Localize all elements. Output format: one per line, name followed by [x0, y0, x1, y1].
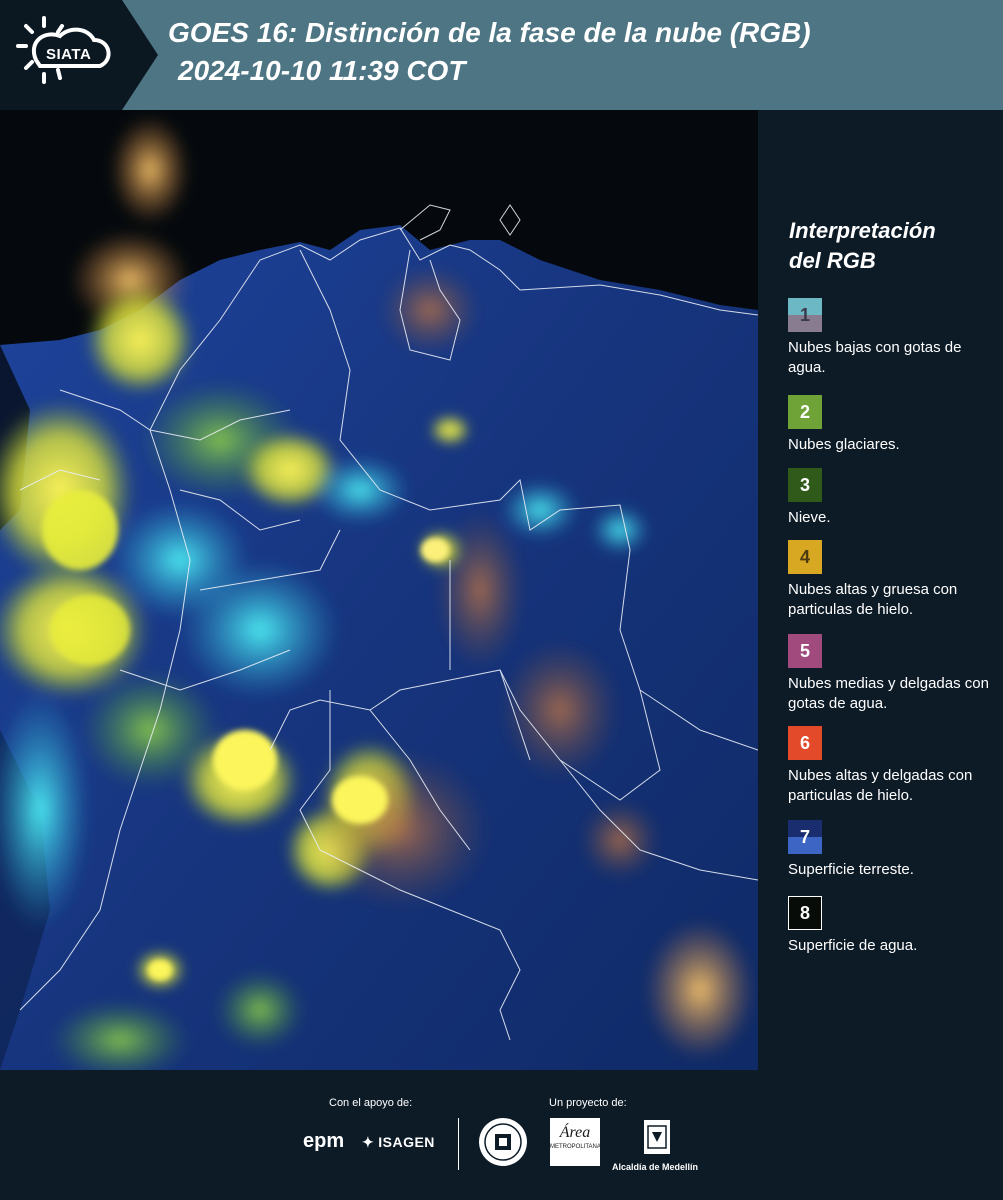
timestamp: 2024-10-10 11:39 COT [178, 55, 466, 86]
alcaldia-shield-icon [644, 1120, 670, 1154]
swatch-number: 3 [799, 474, 810, 495]
area-logo-sub: METROPOLITANA [550, 1144, 601, 1150]
legend-item-1: 1 Nubes bajas con gotas de agua. [788, 298, 993, 378]
legend-item-2: 2 Nubes glaciares. [788, 395, 993, 455]
swatch-number: 5 [799, 640, 810, 661]
legend-label: Superficie terreste. [788, 861, 914, 878]
isagen-text: ISAGEN [378, 1134, 435, 1150]
legend-label: Nieve. [788, 509, 831, 526]
page-title: GOES 16: Distinción de la fase de la nub… [168, 17, 811, 48]
legend-item-5: 5 Nubes medias y delgadas con gotas de a… [788, 634, 993, 714]
support-caption: Con el apoyo de: [329, 1097, 413, 1109]
legend-label: Nubes altas y delgadas con particulas de… [788, 767, 973, 804]
isagen-logo: ✦ ISAGEN [362, 1134, 435, 1151]
legend-item-6: 6 Nubes altas y delgadas con particulas … [788, 726, 993, 806]
legend-label: Nubes glaciares. [788, 436, 900, 453]
isagen-icon: ✦ [362, 1134, 375, 1150]
legend-swatch-5: 5 [788, 634, 822, 668]
area-logo-text: Área [559, 1124, 591, 1141]
swatch-number: 6 [799, 732, 810, 753]
legend-swatch-4: 4 [788, 540, 822, 574]
legend-item-7: 7 Superficie terreste. [788, 820, 993, 880]
legend-swatch-3: 3 [788, 468, 822, 502]
swatch-number: 1 [799, 304, 810, 325]
legend-label: Superficie de agua. [788, 937, 918, 954]
footer: Con el apoyo de: Un proyecto de: epm ✦ IS… [0, 1070, 1003, 1200]
legend-title: Interpretación del RGB [789, 216, 989, 276]
footer-divider [458, 1118, 459, 1170]
alcaldia-text: Alcaldía de Medellín [612, 1162, 699, 1172]
legend-item-3: 3 Nieve. [788, 468, 993, 528]
satellite-map [0, 110, 758, 1070]
legend-item-4: 4 Nubes altas y gruesa con particulas de… [788, 540, 993, 620]
legend-label: Nubes bajas con gotas de agua. [788, 339, 962, 376]
legend-swatch-1: 1 [788, 298, 822, 332]
legend-label: Nubes altas y gruesa con particulas de h… [788, 581, 958, 618]
swatch-number: 4 [799, 546, 810, 567]
swatch-number: 2 [799, 401, 810, 422]
logo-text: SIATA [46, 46, 92, 63]
area-metropolitana-logo: Área [550, 1118, 600, 1166]
legend-swatch-7: 7 [788, 820, 822, 854]
legend-swatch-6: 6 [788, 726, 822, 760]
legend-label: Nubes medias y delgadas con gotas de agu… [788, 675, 989, 712]
legend-title-line2: del RGB [789, 248, 876, 273]
satellite-image [0, 110, 758, 1070]
swatch-number: 7 [799, 826, 810, 847]
legend-swatch-2: 2 [788, 395, 822, 429]
legend-title-line1: Interpretación [789, 218, 936, 243]
legend-swatch-8: 8 [788, 896, 822, 930]
swatch-number: 8 [799, 902, 810, 923]
legend-item-8: 8 Superficie de agua. [788, 896, 993, 956]
project-caption: Un proyecto de: [549, 1097, 627, 1109]
header: SIATA GOES 16: Distinción de la fase de … [0, 0, 1003, 110]
university-seal-icon [479, 1118, 527, 1166]
epm-logo: epm [303, 1130, 345, 1152]
